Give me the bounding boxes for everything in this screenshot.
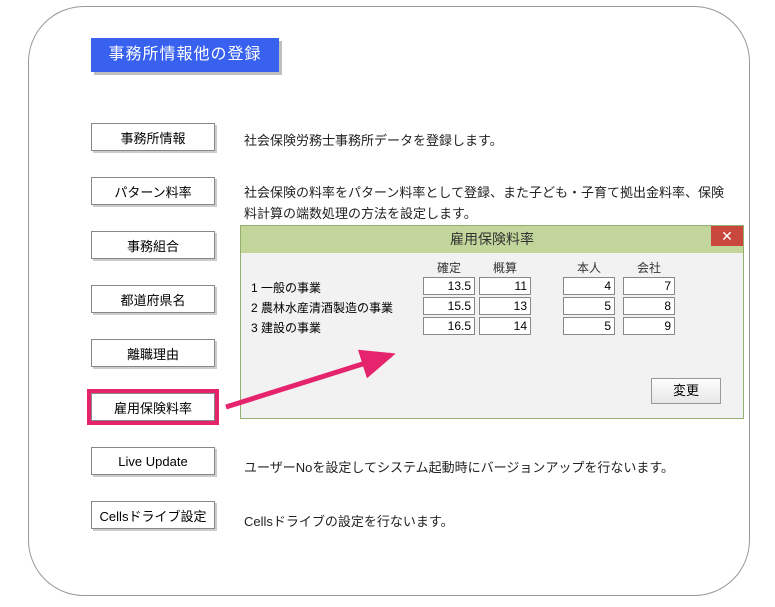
nav-koyou-hoken-rate[interactable]: 雇用保険料率: [91, 393, 215, 421]
cell-kaisha[interactable]: [623, 297, 675, 315]
change-button[interactable]: 変更: [651, 378, 721, 404]
cell-kakutei[interactable]: [423, 277, 475, 295]
nav-label: 離職理由: [127, 344, 179, 363]
cell-kaisha[interactable]: [623, 317, 675, 335]
nav-prefecture[interactable]: 都道府県名: [91, 285, 215, 313]
col-header-gaisan: 概算: [493, 259, 517, 276]
nav-rishoku-riyuu[interactable]: 離職理由: [91, 339, 215, 367]
nav-label: Cellsドライブ設定: [100, 506, 207, 525]
row-label: 2 農林水産清酒製造の事業: [251, 299, 393, 316]
cell-gaisan[interactable]: [479, 297, 531, 315]
nav-office-info[interactable]: 事務所情報: [91, 123, 215, 151]
nav-live-update[interactable]: Live Update: [91, 447, 215, 475]
desc-pattern-rate: 社会保険の料率をパターン料率として登録、また子ども・子育て拠出金料率、保険料計算…: [244, 183, 724, 225]
nav-label: 事務組合: [127, 236, 179, 255]
nav-label: Live Update: [118, 454, 187, 469]
nav-label: 雇用保険料率: [114, 398, 192, 417]
change-label: 変更: [673, 383, 699, 398]
row-label: 3 建設の事業: [251, 319, 321, 336]
cell-gaisan[interactable]: [479, 277, 531, 295]
cell-honnin[interactable]: [563, 277, 615, 295]
cell-kakutei[interactable]: [423, 317, 475, 335]
nav-pattern-rate[interactable]: パターン料率: [91, 177, 215, 205]
cell-kaisha[interactable]: [623, 277, 675, 295]
col-header-kaisha: 会社: [637, 259, 661, 276]
close-icon: ✕: [721, 228, 733, 244]
table-row: 2 農林水産清酒製造の事業: [251, 297, 725, 317]
close-button[interactable]: ✕: [711, 226, 743, 246]
cell-honnin[interactable]: [563, 297, 615, 315]
cell-gaisan[interactable]: [479, 317, 531, 335]
nav-column: 事務所情報 パターン料率 事務組合 都道府県名 離職理由 雇用保険料率 Live…: [91, 123, 215, 555]
nav-label: パターン料率: [114, 182, 191, 201]
cell-kakutei[interactable]: [423, 297, 475, 315]
col-header-honnin: 本人: [577, 259, 601, 276]
desc-live-update: ユーザーNoを設定してシステム起動時にバージョンアップを行ないます。: [244, 458, 734, 479]
col-header-kakutei: 確定: [437, 259, 461, 276]
dialog-title: 雇用保険料率: [450, 231, 534, 247]
nav-label: 都道府県名: [120, 290, 185, 309]
desc-office-info: 社会保険労務士事務所データを登録します。: [244, 131, 503, 152]
nav-label: 事務所情報: [120, 128, 185, 147]
desc-cells-drive: Cellsドライブの設定を行ないます。: [244, 512, 454, 533]
main-panel: 事務所情報他の登録 事務所情報 パターン料率 事務組合 都道府県名 離職理由 雇…: [28, 6, 750, 596]
table-row: 1 一般の事業: [251, 277, 725, 297]
cell-honnin[interactable]: [563, 317, 615, 335]
table-row: 3 建設の事業: [251, 317, 725, 337]
dialog-koyou-hoken-rate: 雇用保険料率 ✕ 確定 概算 本人 会社 1 一般の事業 2 農林水産清酒製造の…: [240, 225, 744, 419]
dialog-titlebar: 雇用保険料率 ✕: [241, 226, 743, 253]
row-label: 1 一般の事業: [251, 279, 321, 296]
dialog-body: 確定 概算 本人 会社 1 一般の事業 2 農林水産清酒製造の事業 3 建設の事…: [241, 253, 743, 273]
nav-cells-drive[interactable]: Cellsドライブ設定: [91, 501, 215, 529]
page-title: 事務所情報他の登録: [91, 38, 279, 72]
nav-jimu-kumiai[interactable]: 事務組合: [91, 231, 215, 259]
